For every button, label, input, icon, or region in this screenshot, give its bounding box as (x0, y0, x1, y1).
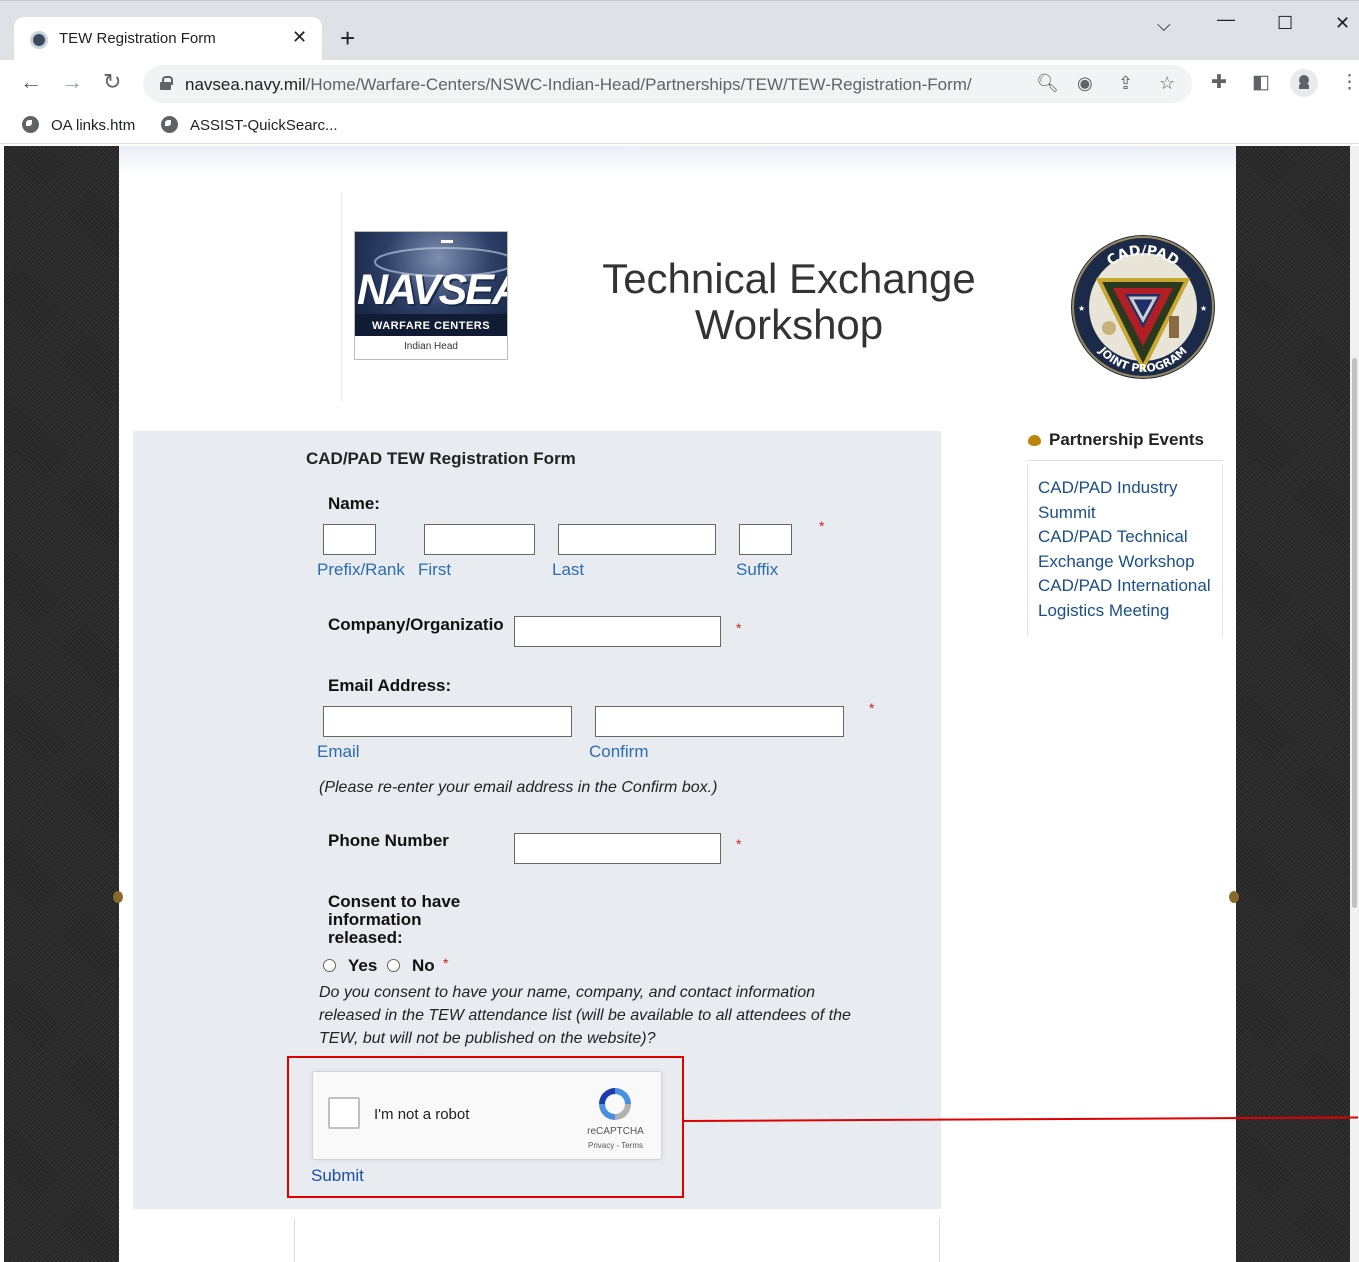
menu-kebab-icon[interactable]: ⋮ (1340, 72, 1359, 94)
bookmark-assist-quicksearch[interactable]: ASSIST-QuickSearc... (161, 116, 338, 134)
first-sublabel: First (418, 560, 452, 579)
consent-label-line: released: (328, 928, 403, 947)
page-viewport: NAVSEA WARFARE CENTERS Indian Head Techn… (0, 146, 1359, 1262)
url-text[interactable]: navsea.navy.mil/Home/Warfare-Centers/NSW… (185, 75, 972, 95)
extensions-puzzle-icon[interactable]: ✚ (1211, 72, 1227, 94)
address-bar[interactable]: navsea.navy.mil/Home/Warfare-Centers/NSW… (143, 65, 1192, 103)
sidebar-divider (1222, 464, 1223, 636)
partnership-events-list: CAD/PAD Industry Summit CAD/PAD Technical… (1038, 476, 1218, 623)
consent-question: Do you consent to have your name, compan… (319, 981, 851, 1050)
consent-yes-label[interactable]: Yes (348, 957, 377, 975)
required-marker: * (736, 836, 742, 852)
navsea-logo[interactable]: NAVSEA WARFARE CENTERS Indian Head (354, 231, 508, 360)
right-background (1236, 146, 1350, 1262)
confirm-sublabel: Confirm (589, 742, 649, 761)
navsea-location: Indian Head (404, 341, 458, 352)
page-title: Technical Exchange Workshop (589, 256, 989, 348)
consent-label-line: Consent to have (328, 892, 461, 911)
page-content: NAVSEA WARFARE CENTERS Indian Head Techn… (113, 146, 1358, 1262)
decorative-knob-icon (113, 891, 123, 903)
reload-icon[interactable]: ↻ (103, 70, 121, 94)
bottom-divider (294, 1218, 295, 1262)
email-sublabel: Email (317, 742, 360, 761)
browser-toolbar: ← → ↻ navsea.navy.mil/Home/Warfare-Cente… (0, 60, 1359, 106)
company-label: Company/Organizatio (328, 615, 504, 634)
bookmark-oa-links[interactable]: OA links.htm (22, 116, 135, 134)
globe-icon (22, 116, 39, 133)
sidebar-divider (1027, 460, 1223, 461)
event-link-international-logistics-meeting[interactable]: CAD/PAD International Logistics Meeting (1038, 574, 1218, 623)
svg-text:★: ★ (1078, 304, 1085, 313)
callout-highlight-box (287, 1056, 684, 1198)
phone-input[interactable] (514, 833, 721, 864)
bookmark-star-icon[interactable]: ☆ (1159, 73, 1175, 93)
navsea-wordmark: NAVSEA (357, 266, 507, 314)
consent-no-label[interactable]: No (412, 957, 435, 975)
navy-favicon-icon (30, 31, 48, 49)
consent-question-line: released in the TEW attendance list (wil… (319, 1007, 851, 1024)
prefix-rank-input[interactable] (323, 524, 376, 555)
minimize-window-icon[interactable]: — (1217, 9, 1235, 30)
last-sublabel: Last (552, 560, 585, 579)
profile-avatar-icon[interactable] (1290, 69, 1318, 97)
side-panel-icon[interactable]: ◧ (1252, 72, 1270, 94)
consent-question-line: TEW, but will not be published on the we… (319, 1030, 656, 1047)
event-link-industry-summit[interactable]: CAD/PAD Industry Summit (1038, 476, 1218, 525)
forward-arrow-icon[interactable]: → (61, 70, 83, 94)
tab-close-icon[interactable]: ✕ (292, 27, 307, 48)
navsea-subtitle: WARFARE CENTERS (371, 320, 491, 332)
page-title-line1: Technical Exchange (602, 255, 976, 302)
first-name-input[interactable] (424, 524, 535, 555)
lock-icon[interactable] (160, 76, 173, 90)
bottom-divider (939, 1218, 940, 1262)
cadpad-seal-logo: CAD/PAD JOINT PROGRAM ★ ★ (1071, 235, 1215, 379)
name-label: Name: (328, 494, 380, 513)
left-background (4, 146, 119, 1262)
required-marker: * (736, 620, 742, 636)
page-title-line2: Workshop (694, 301, 884, 348)
tab-search-chevron-icon[interactable]: ⌵ (1157, 15, 1171, 36)
gold-bullet-icon (1028, 435, 1041, 446)
consent-yes-radio[interactable] (323, 959, 336, 972)
email-hint: (Please re-enter your email address in t… (319, 779, 718, 796)
partnership-events-heading: Partnership Events (1049, 430, 1204, 449)
consent-label: Consent to have information released: (328, 893, 460, 947)
browser-tabstrip: TEW Registration Form ✕ + ⌵ — ☐ ✕ (0, 0, 1359, 61)
tab-title: TEW Registration Form (59, 30, 216, 47)
form-title: CAD/PAD TEW Registration Form (306, 449, 576, 468)
browser-tab[interactable]: TEW Registration Form ✕ (14, 17, 322, 61)
sidebar-divider (1027, 464, 1028, 636)
eye-icon[interactable]: ◉ (1077, 73, 1093, 93)
required-marker: * (869, 700, 875, 716)
scrollbar-thumb[interactable] (1352, 358, 1357, 908)
consent-no-radio[interactable] (387, 959, 400, 972)
email-input[interactable] (323, 706, 572, 737)
confirm-email-input[interactable] (595, 706, 844, 737)
consent-label-line: information (328, 910, 422, 929)
suffix-sublabel: Suffix (736, 560, 779, 579)
last-name-input[interactable] (558, 524, 716, 555)
bookmarks-bar: OA links.htm ASSIST-QuickSearc... (0, 106, 1359, 144)
share-icon[interactable]: ⇪ (1118, 73, 1133, 93)
suffix-input[interactable] (739, 524, 792, 555)
event-link-technical-exchange-workshop[interactable]: CAD/PAD Technical Exchange Workshop (1038, 525, 1218, 574)
close-window-icon[interactable]: ✕ (1335, 13, 1350, 34)
phone-label: Phone Number (328, 831, 449, 850)
back-arrow-icon[interactable]: ← (20, 70, 42, 94)
required-marker: * (443, 955, 449, 971)
company-input[interactable] (514, 616, 721, 647)
navsea-logo-banner: NAVSEA WARFARE CENTERS (355, 232, 507, 336)
decorative-knob-icon (1229, 891, 1239, 903)
page-scrollbar[interactable] (1350, 146, 1359, 1262)
consent-question-line: Do you consent to have your name, compan… (319, 984, 815, 1001)
new-tab-button[interactable]: + (340, 25, 355, 51)
header-divider (341, 192, 342, 402)
email-label: Email Address: (328, 676, 452, 695)
zoom-icon[interactable]: 🔍︎ (1036, 73, 1059, 93)
prefix-rank-sublabel: Prefix/Rank (317, 560, 405, 579)
required-marker: * (819, 518, 825, 534)
globe-icon (161, 116, 178, 133)
maximize-window-icon[interactable]: ☐ (1277, 13, 1293, 34)
svg-text:★: ★ (1200, 304, 1207, 313)
